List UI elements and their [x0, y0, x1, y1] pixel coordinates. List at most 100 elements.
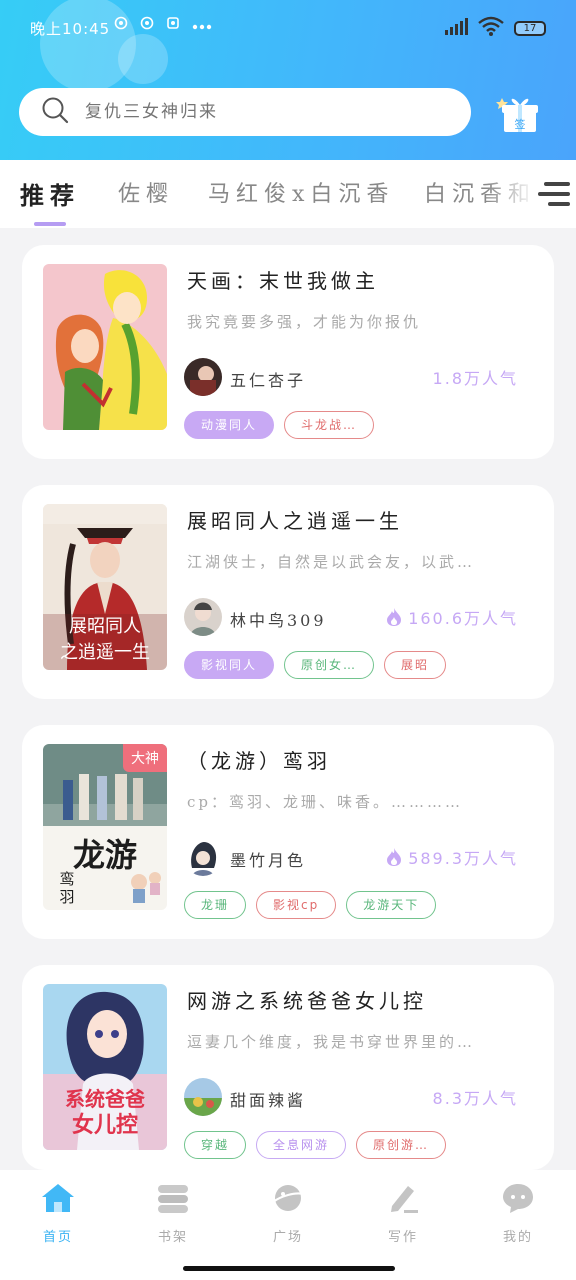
active-tab-indicator — [34, 222, 66, 226]
home-icon — [42, 1184, 74, 1212]
nav-home[interactable]: 首页 — [18, 1182, 98, 1245]
nav-square[interactable]: 广场 — [248, 1182, 328, 1245]
author-avatar[interactable] — [184, 358, 222, 396]
cover-title-line: 女儿控 — [72, 1112, 138, 1138]
book-title[interactable]: （龙游）鸾羽 — [187, 745, 331, 774]
author-name[interactable]: 林中鸟309 — [230, 607, 327, 631]
tag-list: 龙珊 影视cp 龙游天下 — [184, 891, 437, 919]
book-cover-image — [43, 264, 167, 430]
menu-line — [548, 202, 570, 206]
book-cover-image: 展昭同人 之逍遥一生 — [43, 504, 167, 670]
notification-icons — [114, 16, 212, 34]
book-card[interactable]: 展昭同人 之逍遥一生 展昭同人之逍遥一生 江湖侠士，自然是以武会友，以武… 林中… — [22, 485, 554, 699]
nav-label: 广场 — [272, 1230, 303, 1245]
author-avatar[interactable] — [184, 1078, 222, 1116]
tag-list: 动漫同人 斗龙战… — [184, 411, 375, 439]
popularity: 160.6万人气 — [386, 605, 518, 629]
nav-label: 书架 — [157, 1230, 188, 1245]
tab-recommend[interactable]: 推荐 — [20, 176, 80, 211]
search-icon — [41, 96, 69, 128]
book-cover[interactable]: 展昭同人 之逍遥一生 — [43, 504, 167, 670]
tag[interactable]: 龙珊 — [184, 891, 247, 919]
tag[interactable]: 斗龙战… — [284, 411, 375, 439]
author-name[interactable]: 五仁杏子 — [230, 367, 306, 391]
popularity: 589.3万人气 — [386, 845, 518, 869]
nav-label: 我的 — [502, 1230, 533, 1245]
planet-icon — [272, 1185, 304, 1211]
tag-list: 穿越 全息网游 原创游… — [184, 1131, 447, 1159]
tab-ma-hongjun[interactable]: 马红俊x白沉香 — [208, 176, 394, 208]
menu-line — [538, 192, 570, 196]
book-card[interactable]: 天画：末世我做主 我究竟要多强，才能为你报仇 五仁杏子 1.8万人气 动漫同人 … — [22, 245, 554, 459]
nav-label: 写作 — [387, 1230, 418, 1245]
tag[interactable]: 原创女… — [284, 651, 375, 679]
cover-title-line: 龙游 — [73, 836, 137, 874]
author-name[interactable]: 甜面辣酱 — [230, 1087, 306, 1111]
popularity: 1.8万人气 — [433, 365, 518, 389]
bottom-navigation: 首页 书架 广场 写作 我的 — [0, 1170, 576, 1280]
status-right: 17 — [444, 16, 546, 40]
gift-sign-icon: 签 — [496, 98, 538, 132]
cover-title-line: 展昭同人 — [69, 616, 141, 637]
status-time: 晚上10:45 — [30, 20, 111, 38]
tag[interactable]: 龙游天下 — [346, 891, 437, 919]
header: 晚上10:45 17 复仇三女神归来 签 — [0, 0, 576, 160]
signal-icon — [444, 17, 468, 39]
pen-icon — [391, 1186, 418, 1213]
notification-icon — [114, 16, 128, 34]
tag[interactable]: 动漫同人 — [184, 411, 275, 439]
more-notifications-icon — [192, 16, 212, 34]
author-name[interactable]: 墨竹月色 — [230, 847, 306, 871]
sign-in-label: 签 — [515, 117, 526, 131]
nav-write[interactable]: 写作 — [363, 1182, 443, 1245]
cover-title-line: 之逍遥一生 — [60, 642, 150, 663]
bookshelf-icon — [158, 1185, 188, 1213]
author-avatar[interactable] — [184, 598, 222, 636]
category-tabs: 推荐 佐樱 马红俊x白沉香 白沉香和 — [0, 160, 576, 228]
cover-title-line: 系统爸爸 — [65, 1087, 145, 1111]
search-bar[interactable] — [19, 88, 471, 136]
nav-label: 首页 — [42, 1230, 73, 1245]
status-bar: 晚上10:45 17 — [0, 14, 576, 42]
tag[interactable]: 穿越 — [184, 1131, 247, 1159]
tag-list: 影视同人 原创女… 展昭 — [184, 651, 447, 679]
popularity-count: 8.3万人气 — [432, 1089, 518, 1108]
menu-line — [544, 182, 570, 186]
cover-badge: 大神 — [123, 744, 167, 772]
nav-profile[interactable]: 我的 — [478, 1182, 558, 1245]
wifi-icon — [478, 16, 504, 40]
book-cover[interactable]: 系统爸爸 女儿控 — [43, 984, 167, 1150]
book-cover[interactable]: 龙游 鸾 羽 大神 — [43, 744, 167, 910]
book-description: 逗妻几个维度，我是书穿世界里的… — [187, 1033, 476, 1051]
tag[interactable]: 影视cp — [256, 891, 337, 919]
author-avatar[interactable] — [184, 838, 222, 876]
popularity: 8.3万人气 — [433, 1085, 518, 1109]
book-cover[interactable] — [43, 264, 167, 430]
book-description: 我究竟要多强，才能为你报仇 — [187, 313, 422, 331]
battery-icon: 17 — [514, 20, 546, 36]
popularity-count: 589.3万人气 — [408, 849, 518, 868]
notification-icon — [166, 16, 180, 34]
search-input[interactable] — [85, 102, 445, 122]
flame-icon — [387, 608, 402, 626]
chat-bubble-icon — [503, 1184, 533, 1213]
tag[interactable]: 影视同人 — [184, 651, 275, 679]
book-card[interactable]: 龙游 鸾 羽 大神 （龙游）鸾羽 cp：鸾羽、龙珊、味香。………… 墨竹月色 5… — [22, 725, 554, 939]
book-title[interactable]: 展昭同人之逍遥一生 — [187, 505, 403, 534]
book-cover-image: 系统爸爸 女儿控 — [43, 984, 167, 1150]
book-title[interactable]: 网游之系统爸爸女儿控 — [187, 985, 427, 1014]
book-description: cp：鸾羽、龙珊、味香。………… — [187, 793, 464, 811]
sign-in-button[interactable]: 签 — [494, 92, 542, 134]
tag[interactable]: 全息网游 — [256, 1131, 347, 1159]
book-title[interactable]: 天画：末世我做主 — [187, 265, 379, 294]
cover-title-line: 鸾 — [59, 870, 74, 888]
tab-zuoying[interactable]: 佐樱 — [118, 176, 174, 208]
book-card[interactable]: 系统爸爸 女儿控 网游之系统爸爸女儿控 逗妻几个维度，我是书穿世界里的… 甜面辣… — [22, 965, 554, 1170]
cover-title-line: 羽 — [59, 888, 74, 906]
tag[interactable]: 原创游… — [356, 1131, 447, 1159]
tab-menu-button[interactable] — [538, 180, 570, 208]
nav-bookshelf[interactable]: 书架 — [133, 1182, 213, 1245]
home-indicator[interactable] — [183, 1266, 395, 1271]
popularity-count: 1.8万人气 — [432, 369, 518, 388]
tag[interactable]: 展昭 — [384, 651, 447, 679]
